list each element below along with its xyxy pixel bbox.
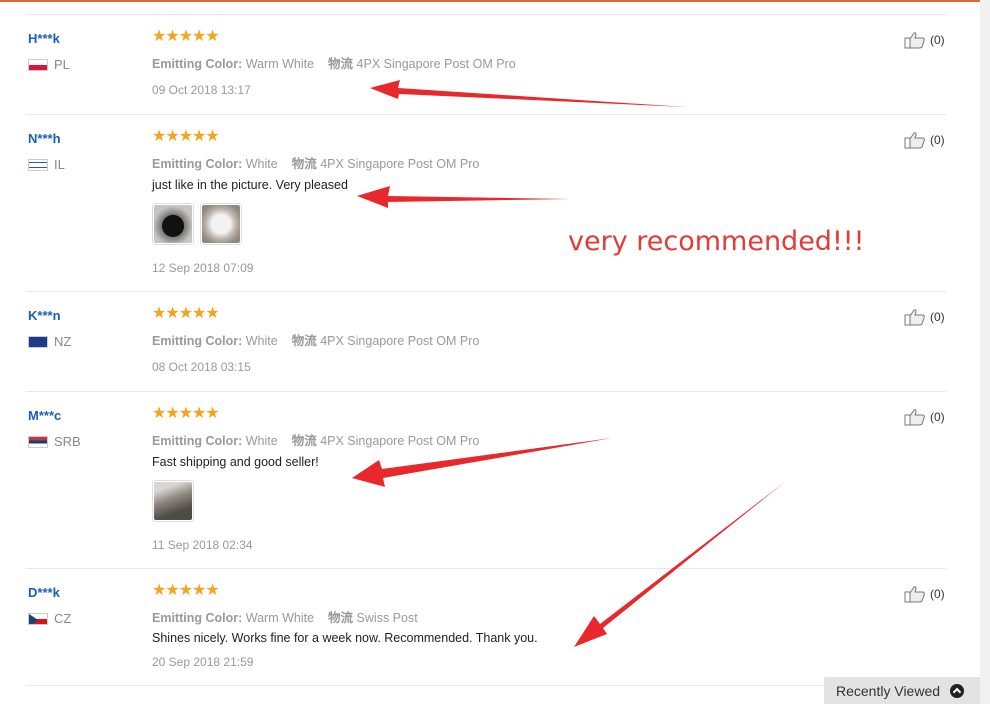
helpful-button[interactable]: (0) — [904, 308, 945, 326]
helpful-button[interactable]: (0) — [904, 131, 945, 149]
review-date: 09 Oct 2018 13:17 — [152, 83, 251, 97]
review-photos — [152, 480, 194, 522]
review-attributes: Emitting Color: Warm White 物流 Swiss Post — [152, 611, 418, 625]
reviewer-country: CZ — [28, 611, 71, 626]
reviewer-country: SRB — [28, 434, 81, 449]
flag-pl-icon — [28, 58, 48, 71]
thumbs-up-icon — [904, 132, 925, 149]
reviewer-country: NZ — [28, 334, 71, 349]
reviewer-name[interactable]: M***c — [28, 408, 61, 423]
review-photo[interactable] — [152, 480, 194, 522]
helpful-button[interactable]: (0) — [904, 585, 945, 603]
annotation-text: very recommended!!! — [568, 226, 865, 257]
review-photo[interactable] — [200, 203, 242, 245]
review-item: N***h IL ★★★★★ Emitting Color: White 物流 4… — [26, 114, 946, 291]
review-date: 12 Sep 2018 07:09 — [152, 261, 254, 275]
review-date: 11 Sep 2018 02:34 — [152, 538, 253, 552]
review-date: 08 Oct 2018 03:15 — [152, 360, 251, 374]
reviewer-country: IL — [28, 157, 65, 172]
star-rating: ★★★★★ — [152, 128, 220, 145]
review-attributes: Emitting Color: White 物流 4PX Singapore Po… — [152, 434, 480, 448]
star-rating: ★★★★★ — [152, 28, 220, 45]
thumbs-up-icon — [904, 309, 925, 326]
reviewer-name[interactable]: N***h — [28, 131, 61, 146]
review-attributes: Emitting Color: White 物流 4PX Singapore Po… — [152, 334, 480, 348]
reviewer-name[interactable]: K***n — [28, 308, 61, 323]
review-comment: Shines nicely. Works fine for a week now… — [152, 631, 538, 645]
thumbs-up-icon — [904, 32, 925, 49]
flag-nz-icon — [28, 335, 48, 348]
review-item: H***k PL ★★★★★ Emitting Color: Warm Whit… — [26, 14, 946, 114]
review-attributes: Emitting Color: White 物流 4PX Singapore Po… — [152, 157, 480, 171]
review-comment: Fast shipping and good seller! — [152, 455, 319, 469]
thumbs-up-icon — [904, 409, 925, 426]
flag-il-icon — [28, 158, 48, 171]
review-date: 20 Sep 2018 21:59 — [152, 655, 254, 669]
review-photos — [152, 203, 242, 245]
helpful-button[interactable]: (0) — [904, 31, 945, 49]
thumbs-up-icon — [904, 586, 925, 603]
review-item: K***n NZ ★★★★★ Emitting Color: White 物流 4… — [26, 291, 946, 391]
review-item: D***k CZ ★★★★★ Emitting Color: Warm Whit… — [26, 568, 946, 686]
reviewer-country: PL — [28, 57, 70, 72]
reviewer-name[interactable]: D***k — [28, 585, 60, 600]
reviewer-name[interactable]: H***k — [28, 31, 60, 46]
star-rating: ★★★★★ — [152, 405, 220, 422]
flag-srb-icon — [28, 435, 48, 448]
review-comment: just like in the picture. Very pleased — [152, 178, 348, 192]
chevron-up-icon — [950, 683, 965, 698]
top-divider — [0, 0, 980, 2]
review-attributes: Emitting Color: Warm White 物流 4PX Singapo… — [152, 57, 516, 71]
helpful-button[interactable]: (0) — [904, 408, 945, 426]
flag-cz-icon — [28, 612, 48, 625]
review-photo[interactable] — [152, 203, 194, 245]
review-item: M***c SRB ★★★★★ Emitting Color: White 物流 … — [26, 391, 946, 568]
star-rating: ★★★★★ — [152, 582, 220, 599]
scrollbar[interactable] — [980, 0, 990, 704]
recently-viewed-button[interactable]: Recently Viewed — [824, 677, 980, 704]
star-rating: ★★★★★ — [152, 305, 220, 322]
